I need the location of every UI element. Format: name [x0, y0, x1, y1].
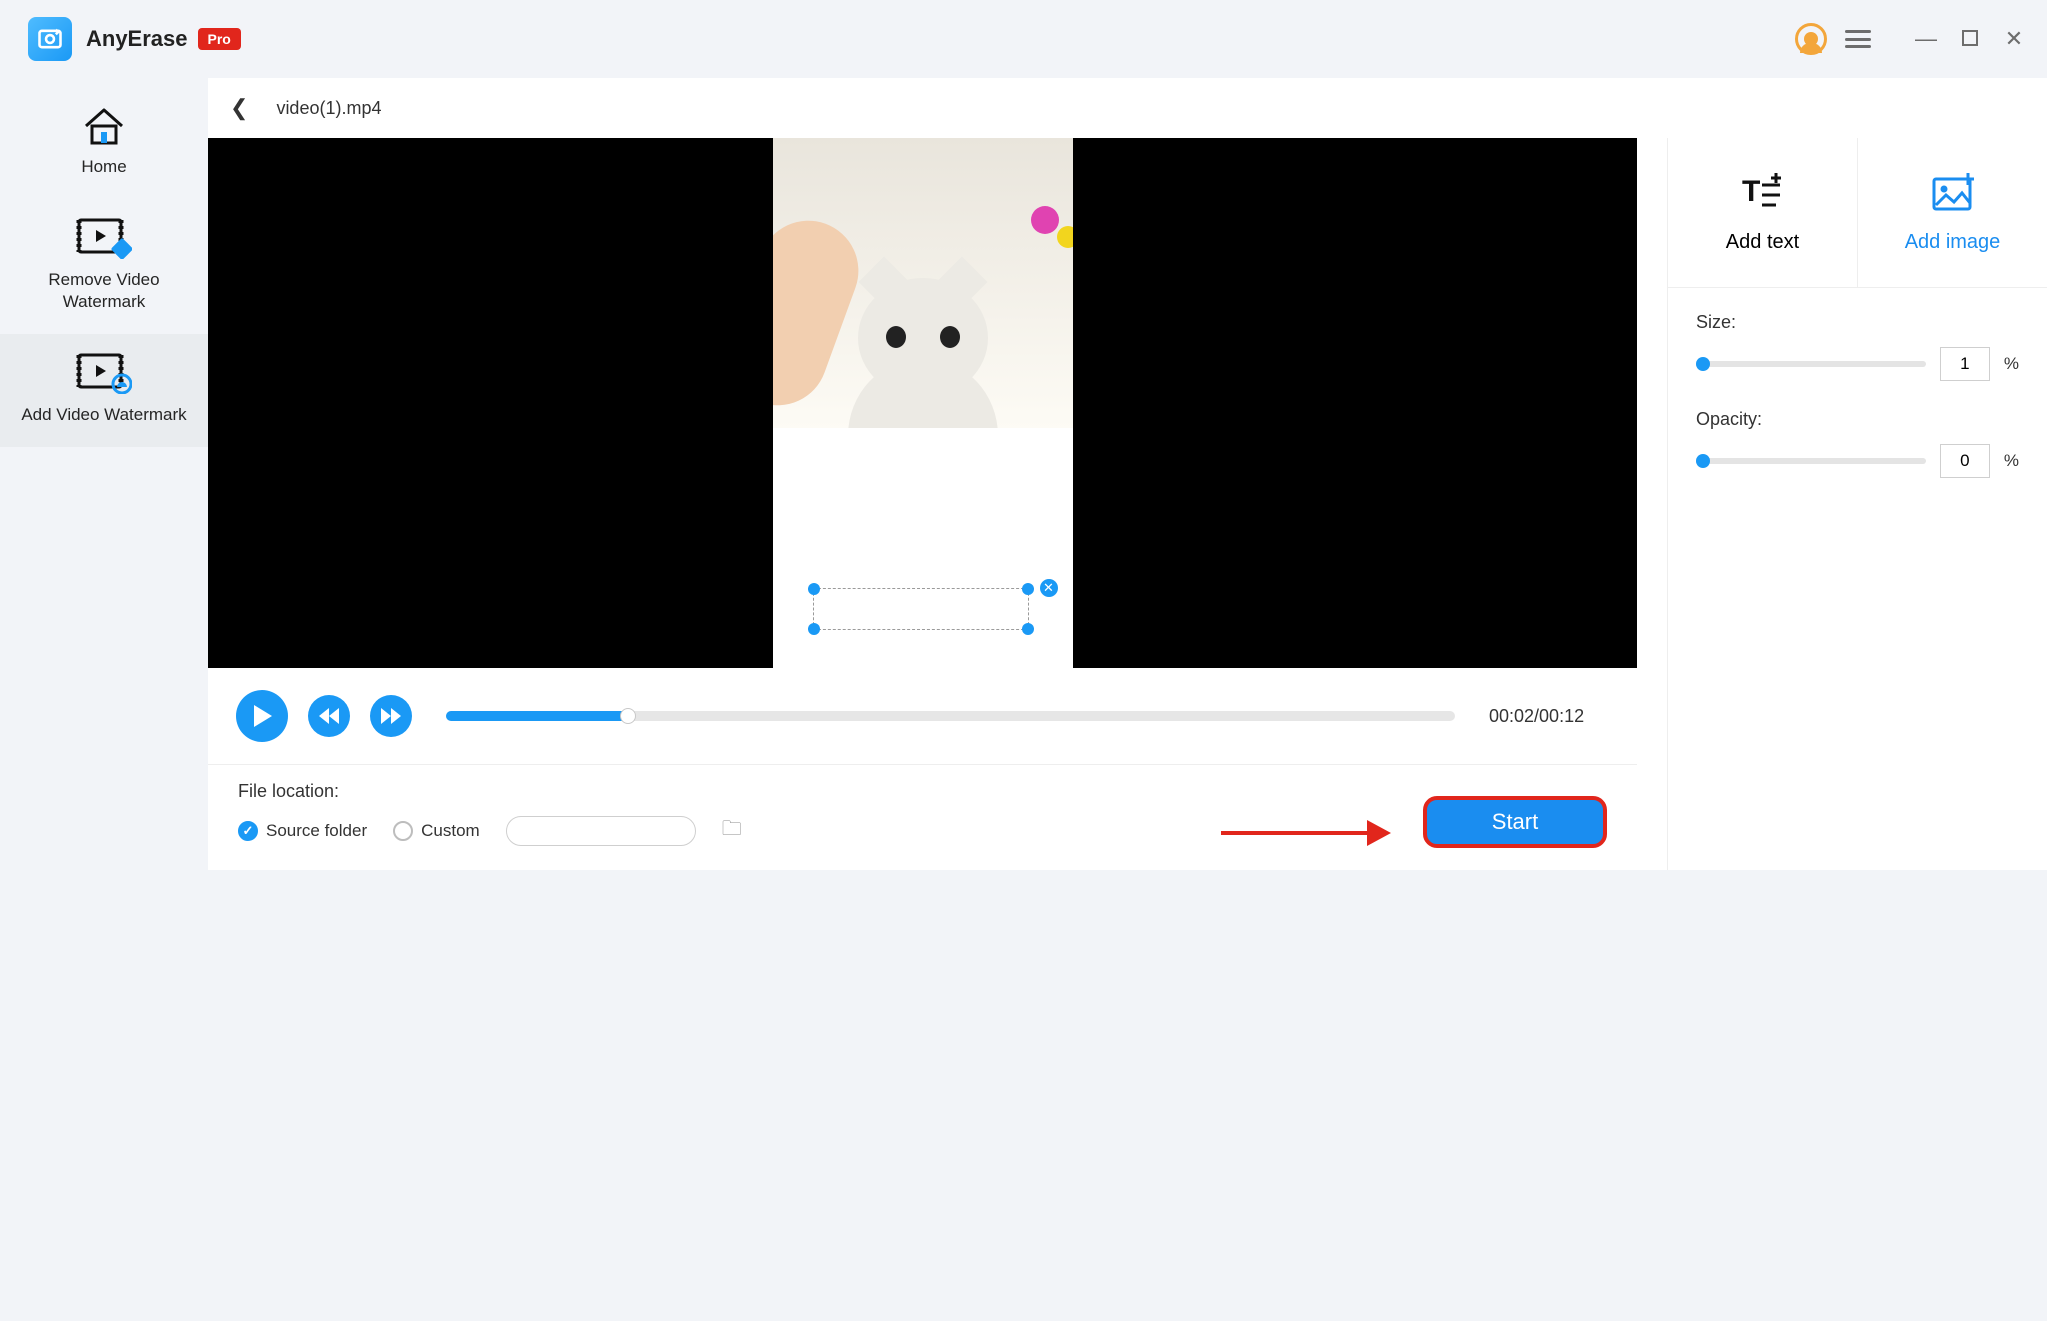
radio-label: Custom — [421, 821, 480, 841]
file-location-label: File location: — [238, 781, 742, 802]
watermark-selection-box[interactable]: ✕ — [813, 588, 1029, 630]
size-label: Size: — [1696, 312, 2019, 333]
size-unit: % — [2004, 354, 2019, 374]
decor — [773, 207, 872, 420]
menu-icon[interactable] — [1845, 30, 1871, 48]
size-slider[interactable] — [1696, 361, 1926, 367]
close-button[interactable]: ✕ — [2001, 26, 2027, 52]
content-area: ❮ video(1).mp4 — [208, 78, 2047, 870]
slider-thumb[interactable] — [1696, 454, 1710, 468]
resize-handle[interactable] — [1022, 583, 1034, 595]
forward-button[interactable] — [370, 695, 412, 737]
tab-add-image[interactable]: Add image — [1857, 138, 2047, 287]
timecode: 00:02/00:12 — [1489, 706, 1609, 727]
play-button[interactable] — [236, 690, 288, 742]
radio-label: Source folder — [266, 821, 367, 841]
decor — [858, 278, 988, 398]
slider-thumb[interactable] — [1696, 357, 1710, 371]
progress-thumb[interactable] — [620, 708, 636, 724]
size-input[interactable] — [1940, 347, 1990, 381]
radio-custom[interactable]: Custom — [393, 821, 480, 841]
minimize-button[interactable]: — — [1913, 26, 1939, 52]
file-name: video(1).mp4 — [276, 98, 381, 119]
resize-handle[interactable] — [1022, 623, 1034, 635]
svg-text:T: T — [1742, 175, 1760, 208]
sidebar-item-label: Add Video Watermark — [21, 405, 186, 424]
sidebar: Home Remove Video Watermark Add Video Wa… — [0, 78, 208, 870]
sidebar-item-remove-watermark[interactable]: Remove Video Watermark — [0, 199, 208, 334]
resize-handle[interactable] — [808, 583, 820, 595]
opacity-unit: % — [2004, 451, 2019, 471]
radio-checked-icon — [238, 821, 258, 841]
decor — [1031, 206, 1059, 234]
start-button-label: Start — [1492, 809, 1538, 835]
radio-source-folder[interactable]: Source folder — [238, 821, 367, 841]
remove-watermark-icon — [76, 217, 132, 259]
add-text-icon: T — [1740, 171, 1786, 217]
breadcrumb: ❮ video(1).mp4 — [208, 78, 2047, 138]
resize-handle[interactable] — [808, 623, 820, 635]
opacity-label: Opacity: — [1696, 409, 2019, 430]
progress-slider[interactable] — [446, 711, 1455, 721]
app-name: AnyErase — [86, 26, 188, 52]
playback-bar: 00:02/00:12 — [208, 668, 1637, 764]
tab-label: Add text — [1726, 231, 1799, 254]
opacity-slider[interactable] — [1696, 458, 1926, 464]
annotation-arrow — [1221, 824, 1391, 842]
rewind-button[interactable] — [308, 695, 350, 737]
right-panel: T Add text — [1667, 138, 2047, 870]
add-watermark-icon — [76, 352, 132, 394]
video-frame: ✕ — [773, 138, 1073, 668]
video-preview[interactable]: ✕ — [208, 138, 1637, 668]
sidebar-item-add-watermark[interactable]: Add Video Watermark — [0, 334, 208, 447]
sidebar-item-home[interactable]: Home — [0, 88, 208, 199]
maximize-button[interactable] — [1957, 26, 1983, 52]
add-image-icon — [1930, 171, 1976, 217]
tab-add-text[interactable]: T Add text — [1668, 138, 1857, 287]
tab-label: Add image — [1905, 231, 2001, 254]
opacity-input[interactable] — [1940, 444, 1990, 478]
pro-badge: Pro — [198, 28, 241, 50]
output-row: File location: Source folder Custom — [208, 764, 1637, 870]
sidebar-item-label: Remove Video Watermark — [48, 270, 159, 310]
start-button[interactable]: Start — [1423, 796, 1607, 848]
radio-unchecked-icon — [393, 821, 413, 841]
browse-folder-icon[interactable]: 🗀 — [722, 814, 742, 848]
home-icon — [82, 106, 126, 146]
decor — [1057, 226, 1073, 248]
app-logo — [28, 17, 72, 61]
remove-watermark-icon[interactable]: ✕ — [1040, 579, 1058, 597]
account-icon[interactable] — [1795, 23, 1827, 55]
title-bar: AnyErase Pro — ✕ — [0, 0, 2047, 78]
back-button[interactable]: ❮ — [230, 95, 248, 121]
sidebar-item-label: Home — [81, 157, 126, 176]
custom-path-input[interactable] — [506, 816, 696, 846]
